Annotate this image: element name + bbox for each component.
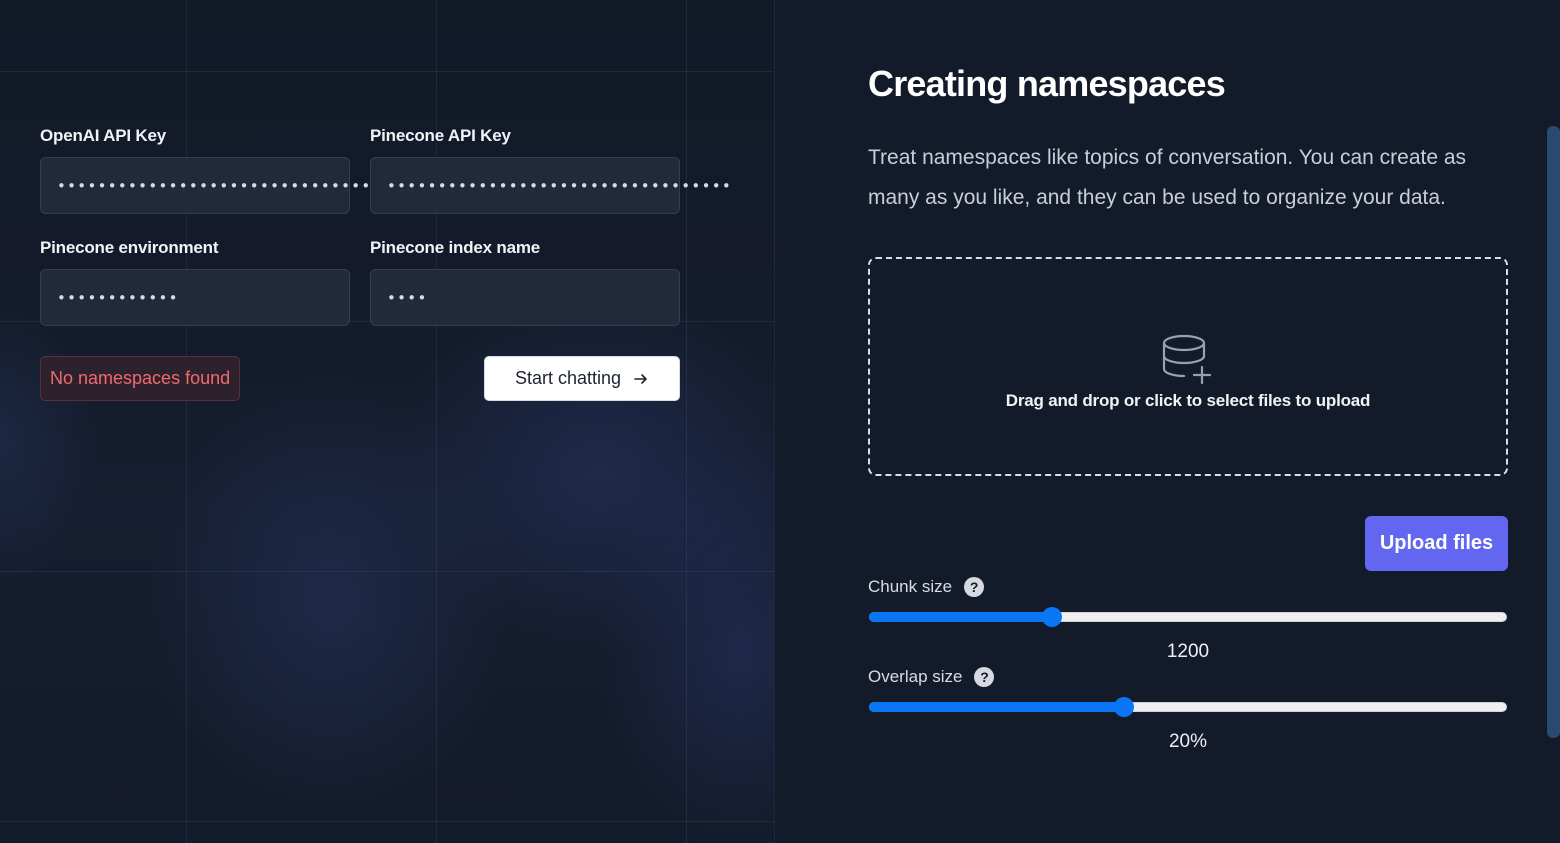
page-description: Treat namespaces like topics of conversa… [868, 146, 1467, 209]
api-config-form: OpenAI API Key •••••••••••••••••••••••••… [40, 124, 731, 326]
chunk-size-control: Chunk size ? 1200 [868, 575, 1508, 663]
arrow-right-icon [634, 373, 647, 384]
pinecone-environment-label: Pinecone environment [40, 238, 219, 257]
form-actions: No namespaces found Start chatting [40, 356, 680, 401]
overlap-size-control: Overlap size ? 20% [868, 665, 1508, 753]
openai-api-key-label: OpenAI API Key [40, 126, 166, 145]
slider-thumb[interactable] [1042, 607, 1063, 627]
app-root: OpenAI API Key •••••••••••••••••••••••••… [0, 0, 1560, 843]
grid-line [0, 821, 774, 822]
overlap-size-slider[interactable] [868, 697, 1508, 717]
no-namespaces-error: No namespaces found [40, 356, 241, 401]
database-plus-icon [1162, 334, 1212, 384]
chunk-size-value: 1200 [1166, 641, 1210, 662]
chunk-size-slider[interactable] [868, 607, 1508, 627]
settings-panel: OpenAI API Key •••••••••••••••••••••••••… [0, 0, 775, 843]
pinecone-index-name-input[interactable]: •••• [370, 269, 680, 326]
start-chatting-label: Start chatting [514, 368, 622, 388]
pinecone-environment-field: Pinecone environment •••••••••••• [40, 236, 350, 326]
question-circle-icon[interactable]: ? [964, 577, 985, 597]
upload-files-button[interactable]: Upload files [1365, 516, 1508, 571]
overlap-size-value: 20% [1168, 731, 1208, 752]
slider-fill [869, 702, 1125, 712]
grid-line [0, 71, 774, 72]
grid-line [0, 571, 774, 572]
openai-api-key-input[interactable]: •••••••••••••••••••••••••••••••••• [40, 157, 401, 214]
pinecone-api-key-label: Pinecone API Key [370, 126, 511, 145]
pinecone-index-name-label: Pinecone index name [370, 238, 541, 257]
start-chatting-button[interactable]: Start chatting [484, 356, 680, 401]
chunk-size-label: Chunk size [868, 577, 953, 596]
pinecone-environment-input[interactable]: •••••••••••• [40, 269, 350, 326]
dropzone-text: Drag and drop or click to select files t… [1005, 390, 1371, 410]
overlap-size-label: Overlap size [868, 667, 963, 686]
question-circle-icon[interactable]: ? [974, 667, 995, 687]
scrollbar[interactable] [1547, 126, 1560, 738]
grid-line [686, 0, 687, 843]
pinecone-api-key-input[interactable]: •••••••••••••••••••••••••••••••••• [370, 157, 731, 214]
pinecone-api-key-field: Pinecone API Key •••••••••••••••••••••••… [370, 124, 731, 214]
namespace-panel: Creating namespaces Treat namespaces lik… [775, 0, 1560, 843]
pinecone-index-name-field: Pinecone index name •••• [370, 236, 680, 326]
page-title: Creating namespaces [868, 63, 1226, 104]
slider-thumb[interactable] [1114, 697, 1135, 717]
file-dropzone[interactable]: Drag and drop or click to select files t… [868, 257, 1508, 476]
slider-fill [869, 612, 1053, 622]
openai-api-key-field: OpenAI API Key •••••••••••••••••••••••••… [40, 124, 401, 214]
